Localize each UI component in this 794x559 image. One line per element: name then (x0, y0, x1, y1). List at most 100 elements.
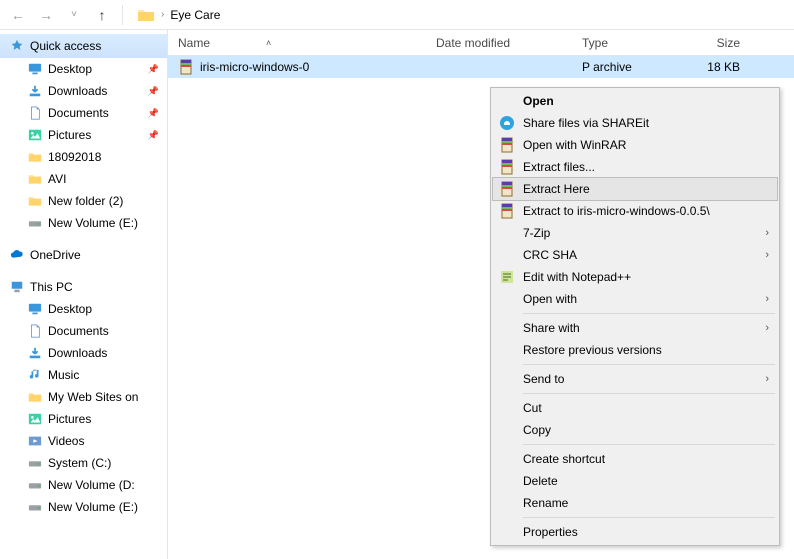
ctx-7zip[interactable]: 7-Zip › (493, 222, 777, 244)
breadcrumb[interactable]: › Eye Care (131, 8, 226, 22)
sidebar-item-desktop[interactable]: Desktop (0, 298, 167, 320)
notepadpp-icon (499, 269, 515, 285)
ctx-open-winrar[interactable]: Open with WinRAR (493, 134, 777, 156)
separator (523, 444, 775, 445)
column-type-label: Type (582, 36, 608, 50)
sidebar-item-system-c-[interactable]: System (C:) (0, 452, 167, 474)
folder-icon (28, 150, 42, 164)
breadcrumb-folder[interactable]: Eye Care (170, 8, 220, 22)
sidebar-item-my-web-sites-on[interactable]: My Web Sites on (0, 386, 167, 408)
sidebar-item-documents[interactable]: Documents (0, 320, 167, 342)
column-name-label: Name (178, 36, 210, 50)
address-bar: ← → ˅ ↑ › Eye Care (0, 0, 794, 30)
ctx-delete[interactable]: Delete (493, 470, 777, 492)
downloads-icon (28, 346, 42, 360)
quick-access-header[interactable]: Quick access (0, 34, 167, 58)
chevron-right-icon: › (765, 322, 769, 334)
videos-icon (28, 434, 42, 448)
ctx-crcsha[interactable]: CRC SHA › (493, 244, 777, 266)
chevron-right-icon: › (765, 227, 769, 239)
sidebar-item-documents[interactable]: Documents📌 (0, 102, 167, 124)
chevron-right-icon: › (765, 293, 769, 305)
sidebar-item-18092018[interactable]: 18092018 (0, 146, 167, 168)
sidebar-item-label: Downloads (48, 346, 107, 360)
quick-access-label: Quick access (30, 39, 101, 53)
navigation-pane: Quick access Desktop📌Downloads📌Documents… (0, 30, 168, 559)
sidebar-item-onedrive[interactable]: OneDrive (0, 244, 167, 266)
file-name: iris-micro-windows-0 (200, 60, 309, 74)
ctx-extract-to[interactable]: Extract to iris-micro-windows-0.0.5\ (493, 200, 777, 222)
sidebar-item-new-volume-d-[interactable]: New Volume (D: (0, 474, 167, 496)
sidebar-item-label: New Volume (E:) (48, 216, 138, 230)
ctx-shareit[interactable]: Share files via SHAREit (493, 112, 777, 134)
ctx-restore-label: Restore previous versions (523, 343, 662, 357)
sidebar-item-label: AVI (48, 172, 66, 186)
ctx-openwith[interactable]: Open with › (493, 288, 777, 310)
file-size: 18 KB (707, 60, 740, 74)
column-size-label: Size (717, 36, 740, 50)
folder-icon (28, 194, 42, 208)
sidebar-item-label: Pictures (48, 412, 91, 426)
ctx-extract-files[interactable]: Extract files... (493, 156, 777, 178)
sidebar-item-pictures[interactable]: Pictures (0, 408, 167, 430)
sidebar-item-downloads[interactable]: Downloads (0, 342, 167, 364)
nav-recent-button[interactable]: ˅ (62, 3, 86, 27)
file-row[interactable]: iris-micro-windows-0 P archive 18 KB (168, 56, 794, 78)
column-header-type[interactable]: Type (572, 36, 670, 50)
rar-icon (499, 181, 515, 197)
rar-icon (178, 59, 194, 75)
ctx-open[interactable]: Open (493, 90, 777, 112)
pictures-icon (28, 128, 42, 142)
ctx-sharewith[interactable]: Share with › (493, 317, 777, 339)
sidebar-item-label: New Volume (D: (48, 478, 135, 492)
pin-icon: 📌 (148, 86, 159, 97)
ctx-sendto[interactable]: Send to › (493, 368, 777, 390)
sidebar-item-downloads[interactable]: Downloads📌 (0, 80, 167, 102)
music-icon (28, 368, 42, 382)
sidebar-item-videos[interactable]: Videos (0, 430, 167, 452)
nav-forward-button[interactable]: → (34, 3, 58, 27)
ctx-extract-here[interactable]: Extract Here (492, 177, 778, 201)
ctx-copy[interactable]: Copy (493, 419, 777, 441)
ctx-create-shortcut[interactable]: Create shortcut (493, 448, 777, 470)
documents-icon (28, 106, 42, 120)
sidebar-item-label: Documents (48, 106, 109, 120)
sidebar-item-new-volume-e-[interactable]: New Volume (E:) (0, 212, 167, 234)
ctx-cut[interactable]: Cut (493, 397, 777, 419)
column-header-name[interactable]: Name ˄ (168, 36, 426, 50)
drive-icon (28, 500, 42, 514)
column-header-size[interactable]: Size (670, 36, 750, 50)
nav-up-button[interactable]: ↑ (90, 3, 114, 27)
ctx-extract-files-label: Extract files... (523, 160, 595, 174)
sort-asc-icon: ˄ (266, 38, 271, 48)
ctx-copy-label: Copy (523, 423, 551, 437)
sidebar-item-thispc[interactable]: This PC (0, 276, 167, 298)
rar-icon (499, 137, 515, 153)
ctx-properties[interactable]: Properties (493, 521, 777, 543)
thispc-label: This PC (30, 280, 73, 294)
sidebar-item-avi[interactable]: AVI (0, 168, 167, 190)
sidebar-item-music[interactable]: Music (0, 364, 167, 386)
file-list-pane: Name ˄ Date modified Type Size iris-micr… (168, 30, 794, 559)
column-header-date[interactable]: Date modified (426, 36, 572, 50)
sidebar-item-new-volume-e-[interactable]: New Volume (E:) (0, 496, 167, 518)
nav-back-button[interactable]: ← (6, 3, 30, 27)
sidebar-item-new-folder-2-[interactable]: New folder (2) (0, 190, 167, 212)
drive-icon (28, 456, 42, 470)
ctx-rename[interactable]: Rename (493, 492, 777, 514)
onedrive-icon (10, 248, 24, 262)
ctx-restore[interactable]: Restore previous versions (493, 339, 777, 361)
sidebar-item-desktop[interactable]: Desktop📌 (0, 58, 167, 80)
sidebar-item-pictures[interactable]: Pictures📌 (0, 124, 167, 146)
ctx-extract-to-label: Extract to iris-micro-windows-0.0.5\ (523, 204, 710, 218)
documents-icon (28, 324, 42, 338)
ctx-notepadpp[interactable]: Edit with Notepad++ (493, 266, 777, 288)
sidebar-item-label: My Web Sites on (48, 390, 138, 404)
separator (523, 313, 775, 314)
ctx-create-shortcut-label: Create shortcut (523, 452, 605, 466)
rar-icon (499, 159, 515, 175)
pc-icon (10, 280, 24, 294)
column-date-label: Date modified (436, 36, 510, 50)
sidebar-item-label: Videos (48, 434, 84, 448)
onedrive-label: OneDrive (30, 248, 81, 262)
